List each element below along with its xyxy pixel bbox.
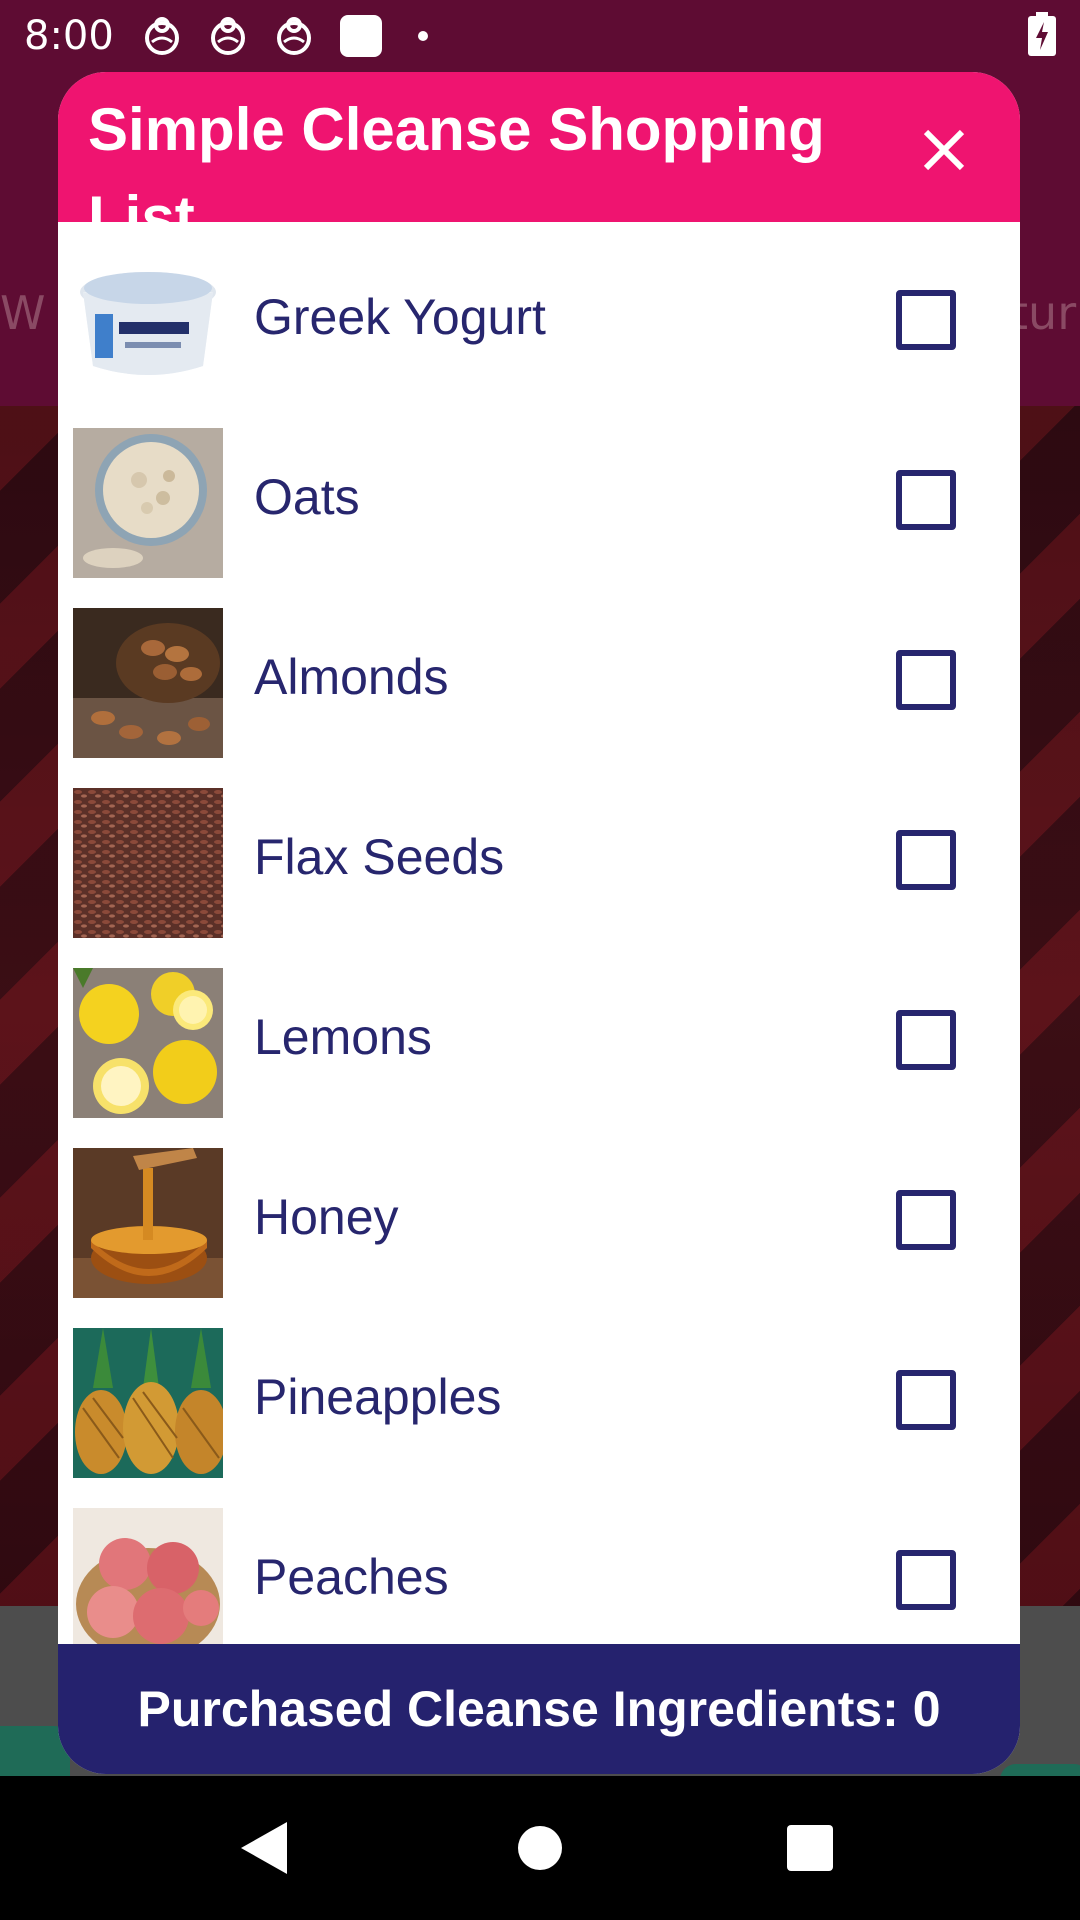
item-checkbox[interactable] <box>896 1370 956 1430</box>
item-label: Honey <box>254 1189 399 1245</box>
item-checkbox[interactable] <box>896 650 956 710</box>
list-item[interactable]: Peaches <box>58 1482 1020 1662</box>
item-label: Almonds <box>254 649 449 705</box>
item-label: Peaches <box>254 1549 449 1605</box>
background-partial-text-left: W <box>0 286 46 340</box>
navigation-bar <box>0 1776 1080 1920</box>
shopping-list[interactable]: Greek Yogurt Oats Almonds Flax Seeds Lem… <box>58 222 1020 1714</box>
item-checkbox[interactable] <box>896 830 956 890</box>
oats-image <box>73 428 223 578</box>
list-item[interactable]: Almonds <box>58 582 1020 762</box>
item-label: Greek Yogurt <box>254 289 546 345</box>
status-time: 8:00 <box>24 13 114 59</box>
list-item[interactable]: Oats <box>58 402 1020 582</box>
item-checkbox[interactable] <box>896 290 956 350</box>
shopping-list-dialog: Simple Cleanse Shopping List Greek Yogur… <box>58 72 1020 1774</box>
item-label: Flax Seeds <box>254 829 505 885</box>
notification-icon <box>142 16 182 56</box>
flax-seeds-image <box>73 788 223 938</box>
notification-icon <box>208 16 248 56</box>
recents-button[interactable] <box>750 1776 870 1920</box>
item-checkbox[interactable] <box>896 470 956 530</box>
list-item[interactable]: Pineapples <box>58 1302 1020 1482</box>
item-checkbox[interactable] <box>896 1010 956 1070</box>
item-label: Lemons <box>254 1009 432 1065</box>
back-icon <box>241 1822 287 1874</box>
pineapples-image <box>73 1328 223 1478</box>
item-label: Pineapples <box>254 1369 502 1425</box>
dot-icon <box>417 31 428 41</box>
list-item[interactable]: Flax Seeds <box>58 762 1020 942</box>
item-checkbox[interactable] <box>896 1550 956 1610</box>
status-bar: 8:00 <box>0 0 1080 72</box>
purchased-count-text: Purchased Cleanse Ingredients: 0 <box>137 1681 941 1737</box>
item-checkbox[interactable] <box>896 1190 956 1250</box>
dialog-header: Simple Cleanse Shopping List <box>58 72 1020 222</box>
item-label: Oats <box>254 469 360 525</box>
home-icon <box>518 1826 562 1870</box>
list-item[interactable]: Honey <box>58 1122 1020 1302</box>
honey-image <box>73 1148 223 1298</box>
lemons-image <box>73 968 223 1118</box>
dialog-footer: Purchased Cleanse Ingredients: 0 <box>58 1644 1020 1774</box>
peaches-image <box>73 1508 223 1658</box>
close-button[interactable] <box>910 116 978 184</box>
list-item[interactable]: Greek Yogurt <box>58 222 1020 402</box>
square-icon <box>339 15 382 57</box>
battery-charging-icon <box>1028 12 1056 60</box>
notification-icon <box>274 16 314 56</box>
back-button[interactable] <box>206 1776 326 1920</box>
recents-icon <box>787 1825 833 1871</box>
dialog-title: Simple Cleanse Shopping List <box>88 96 825 222</box>
home-button[interactable] <box>480 1776 600 1920</box>
list-item[interactable]: Lemons <box>58 942 1020 1122</box>
greek-yogurt-image <box>73 248 223 398</box>
close-icon <box>923 129 965 171</box>
almonds-image <box>73 608 223 758</box>
